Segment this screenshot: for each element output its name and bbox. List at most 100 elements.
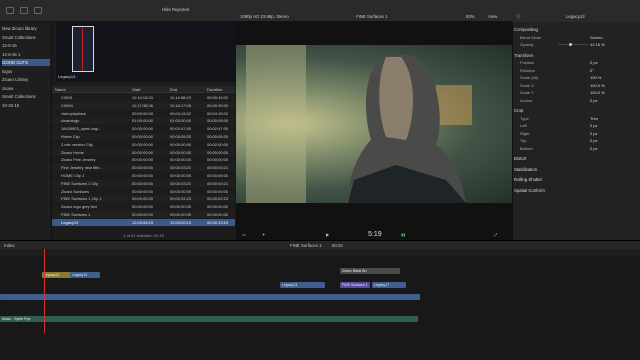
list-item[interactable]: C0091 11:14:13:03 11:14:58:03 00:00:44:00 xyxy=(52,94,235,101)
property-value[interactable]: 0 px xyxy=(590,122,598,129)
cell-end: 00:00:02:23 xyxy=(170,196,192,202)
cell-name: 2 min version Clip xyxy=(61,141,93,147)
list-item[interactable]: Zicaro Fine Jewelry 00:00:00:00 00:00:00:0… xyxy=(52,156,235,163)
inspector-section[interactable]: Spatial Conform xyxy=(514,187,638,194)
enhance-icon[interactable]: ✦ xyxy=(262,230,265,240)
list-item[interactable]: FINE Surfaces 1 Clip 00:00:00:00 00:00:03:… xyxy=(52,179,235,187)
list-item[interactable]: Legacy13 12:03:55:19 12:04:09:13 00:00:13:1… xyxy=(52,218,235,226)
playhead[interactable] xyxy=(44,249,45,333)
cell-name: Zicaro Home xyxy=(61,149,84,155)
inspector-section[interactable]: Stabilization xyxy=(514,166,638,173)
cell-dur: 00:04:15:02 xyxy=(207,110,229,116)
col-duration[interactable]: Duration xyxy=(207,86,222,93)
property-value[interactable]: 0 px xyxy=(590,97,598,104)
zoom-select[interactable]: 83% xyxy=(466,12,475,22)
timeline-tracks[interactable]: Legacy13 Legacy13 Zicaro Black Bri FINE … xyxy=(0,256,640,360)
list-item[interactable]: FINE Surfaces 1 Clip 1 00:00:00:00 00:00:0… xyxy=(52,195,235,203)
inspector-property[interactable]: Scale X 100.0 % xyxy=(520,82,638,89)
timeline-clip[interactable]: Legacy13 xyxy=(280,282,325,288)
list-item[interactable]: FINE Surfaces 1 00:00:00:00 00:00:00:00 00:… xyxy=(52,211,235,218)
list-item[interactable]: videoplayback 00:00:00:00 00:04:15:02 00:04… xyxy=(52,110,235,117)
list-item[interactable]: Zicaro Home 00:00:00:00 00:00:00:00 00:00:0… xyxy=(52,148,235,156)
property-value[interactable]: 100.0 % xyxy=(590,89,605,96)
list-item[interactable]: Home Clip 00:00:00:00 00:00:05:20 00:00:05:… xyxy=(52,133,235,140)
viewer-header: 1080p HD 23.98p, Stereo FINE Surfaces 1 … xyxy=(236,12,512,22)
inspector-property[interactable]: Anchor 0 px xyxy=(520,97,638,104)
property-value[interactable]: 0 px xyxy=(590,137,598,144)
library-item[interactable]: logos xyxy=(2,68,50,75)
fullscreen-icon[interactable]: ⤢ xyxy=(494,230,497,240)
property-value[interactable]: 0° xyxy=(590,67,594,74)
library-item[interactable]: zicare xyxy=(2,85,50,92)
list-item[interactable]: zicarologo 01:00:00:00 01:00:00:00 00:00:05… xyxy=(52,117,235,125)
inspector-section[interactable]: Rolling Shutter xyxy=(514,176,638,183)
library-item[interactable]: Smart Collections xyxy=(2,34,50,41)
property-value[interactable]: Screen xyxy=(590,34,603,41)
cell-start: 00:00:00:00 xyxy=(132,173,154,178)
list-item[interactable]: Fine Jewelry new title... 00:00:00:00 00:0… xyxy=(52,164,235,172)
library-item[interactable]: New Zicaro library xyxy=(2,25,50,32)
import-icon[interactable] xyxy=(6,7,14,14)
thumbnail-label: Legacy13 xyxy=(58,74,76,79)
timeline-ruler[interactable] xyxy=(0,249,640,256)
inspector-property[interactable]: Scale (All) 100 % xyxy=(520,74,638,81)
property-value[interactable]: 0 px xyxy=(590,130,598,137)
view-menu[interactable]: View xyxy=(488,12,497,22)
property-value[interactable]: 42.15 % xyxy=(590,41,605,48)
transform-icon[interactable]: ▭ xyxy=(242,230,246,240)
timeline-clip[interactable]: FINE Surfaces 1 xyxy=(340,282,370,288)
inspector-section[interactable]: Crop xyxy=(514,107,638,114)
col-name[interactable]: Name xyxy=(55,86,66,93)
cell-dur: 00:00:05:00 xyxy=(207,173,229,178)
primary-storyline[interactable] xyxy=(0,294,420,300)
property-name: Bottom xyxy=(520,145,533,151)
inspector-section[interactable]: Transform xyxy=(514,52,638,59)
cell-name: 18439803_zynth-wgi... xyxy=(61,126,102,132)
property-value[interactable]: Trim xyxy=(590,115,598,122)
inspector-property[interactable]: Scale Y 100.0 % xyxy=(520,89,638,96)
list-item[interactable]: Zicaro Surfaces 00:00:00:00 00:00:00:00 00:… xyxy=(52,188,235,195)
inspector-property[interactable]: Type Trim xyxy=(520,115,638,122)
timeline-clip[interactable]: Legacy17 xyxy=(372,282,406,288)
col-start[interactable]: Start xyxy=(132,86,140,93)
library-item[interactable]: 12-8-16 1 xyxy=(2,51,50,58)
inspector-property[interactable]: Bottom 0 px xyxy=(520,145,638,152)
property-value[interactable]: 0 px xyxy=(590,145,598,152)
play-icon[interactable]: ▶ xyxy=(326,230,329,240)
inspector-property[interactable]: Left 0 px xyxy=(520,122,638,129)
property-slider[interactable] xyxy=(558,43,588,46)
library-item[interactable]: 12-8-16 xyxy=(2,42,50,49)
list-item[interactable]: Zicaro logo grey font 00:00:00:00 00:00:00… xyxy=(52,203,235,210)
cell-dur: 00:00:00:00 xyxy=(207,212,229,217)
background-tasks-icon[interactable] xyxy=(34,7,42,14)
library-item[interactable]: Smart Collections xyxy=(2,93,50,100)
video-frame xyxy=(236,45,512,203)
library-item[interactable]: GOOD CUTS xyxy=(2,59,50,66)
inspector-section[interactable]: Compositing xyxy=(514,26,638,33)
inspector-property[interactable]: Blend Mode Screen xyxy=(520,34,638,41)
property-value[interactable]: 0 px xyxy=(590,59,598,66)
property-value[interactable]: 100.0 % xyxy=(590,82,605,89)
library-item[interactable]: 10-26-16 xyxy=(2,102,50,109)
list-item[interactable]: 2 min version Clip 00:00:00:00 00:00:00:00… xyxy=(52,141,235,148)
inspector-property[interactable]: Right 0 px xyxy=(520,130,638,137)
inspector-property[interactable]: Rotation 0° xyxy=(520,67,638,74)
list-item[interactable]: C0094 11:17:38:08 11:18:17:08 00:00:39:00 xyxy=(52,101,235,109)
inspector-section[interactable]: Distort xyxy=(514,155,638,162)
library-item[interactable]: Zicaro Library xyxy=(2,76,50,83)
info-icon[interactable]: ⓘ xyxy=(516,12,520,22)
timeline-clip[interactable]: Zicaro Black Bri xyxy=(340,268,400,274)
clip-thumbnail[interactable] xyxy=(72,26,94,72)
inspector-property[interactable]: Opacity 42.15 % xyxy=(520,41,638,48)
slider-knob[interactable] xyxy=(569,43,573,46)
filter-label[interactable]: Hide Rejected xyxy=(162,7,189,12)
col-end[interactable]: End xyxy=(170,86,177,93)
list-item[interactable]: 18439803_zynth-wgi... 00:00:00:00 00:02:47… xyxy=(52,125,235,132)
audio-clip[interactable]: Music - Synth Pop xyxy=(0,316,418,322)
keyword-icon[interactable] xyxy=(20,7,28,14)
inspector-property[interactable]: Top 0 px xyxy=(520,137,638,144)
list-item[interactable]: HOME Clip 1 00:00:00:00 00:00:00:00 00:00:0… xyxy=(52,172,235,179)
inspector-property[interactable]: Position 0 px xyxy=(520,59,638,66)
timeline-clip[interactable]: Legacy13 xyxy=(70,272,100,278)
property-value[interactable]: 100 % xyxy=(590,74,601,81)
